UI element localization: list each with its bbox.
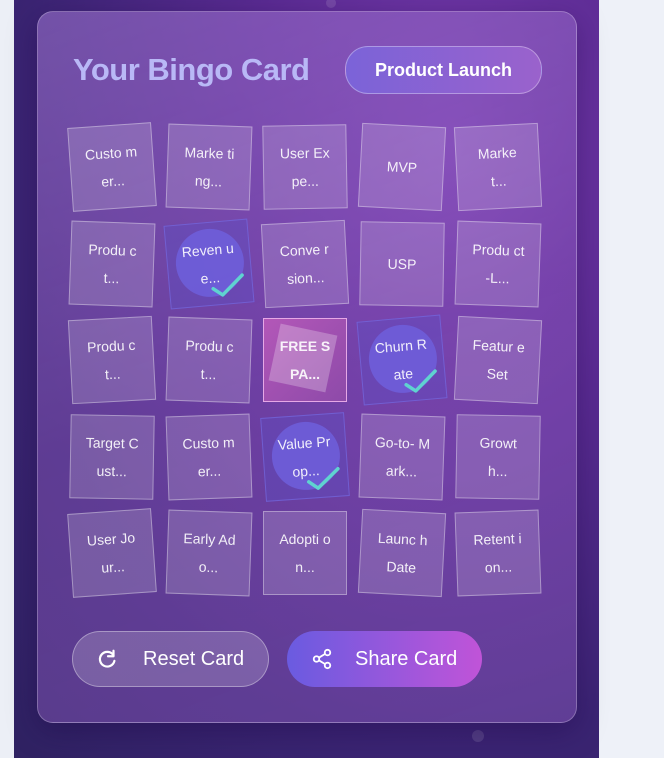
bingo-cell-label: Featur e Set — [472, 336, 526, 383]
background-orb — [326, 0, 336, 8]
bingo-cell-label: Produ ct... — [86, 336, 136, 383]
refresh-icon — [98, 649, 116, 668]
bingo-cell[interactable]: Launc h Date — [357, 508, 446, 598]
share-card-button[interactable]: Share Card — [287, 631, 482, 687]
reset-card-label: Reset Card — [143, 647, 245, 670]
bingo-cell[interactable]: Reven ue... — [162, 217, 255, 310]
bingo-cell[interactable]: Retent ion... — [454, 509, 542, 597]
bingo-cell[interactable]: Produ ct-L... — [454, 220, 542, 307]
free-space-cell[interactable]: FREE SPA... — [263, 318, 347, 402]
bingo-cell[interactable]: Marke t... — [453, 122, 543, 212]
bingo-cell[interactable]: Conve rsion... — [260, 219, 350, 308]
bingo-cell[interactable]: Growt h... — [455, 413, 541, 500]
bingo-cell[interactable]: MVP — [357, 122, 446, 212]
bingo-cell[interactable]: User Jour... — [67, 508, 157, 598]
bingo-cell-label: Produ ct-L... — [472, 240, 525, 286]
bingo-cell-label: Produ ct... — [184, 337, 234, 383]
bingo-cell[interactable]: User Expe... — [262, 124, 348, 210]
bingo-cell-label: MVP — [385, 158, 418, 176]
bingo-cell[interactable]: Early Ado... — [165, 509, 252, 597]
right-gutter — [599, 0, 664, 758]
bingo-cell[interactable]: Value Prop... — [260, 411, 350, 502]
left-gutter — [0, 0, 14, 758]
checkmark-icon — [210, 272, 244, 297]
share-icon — [312, 648, 332, 670]
share-card-label: Share Card — [355, 647, 458, 670]
bingo-cell-label: User Jour... — [86, 529, 136, 576]
bingo-cell-label: Target Cust... — [85, 434, 139, 479]
checkmark-icon — [306, 466, 340, 490]
bingo-cell-label: Produ ct... — [88, 240, 137, 286]
page-title: Your Bingo Card — [73, 52, 310, 87]
bingo-cell-label: Custo mer... — [84, 143, 138, 190]
bingo-cell-label: FREE SPA... — [279, 338, 331, 382]
bingo-cell-label: Adopti on... — [279, 531, 331, 575]
bingo-cell-label: Conve rsion... — [279, 240, 330, 287]
bingo-cell-label: Marke t... — [477, 144, 518, 190]
bingo-cell[interactable]: Go-to- Mark... — [358, 413, 445, 500]
background-orb — [472, 730, 484, 742]
bingo-cell-label: User Expe... — [279, 144, 330, 190]
bingo-cell[interactable]: Produ ct... — [67, 315, 157, 405]
bingo-cell[interactable]: Custo mer... — [67, 122, 157, 212]
bingo-cell-label: Go-to- Mark... — [374, 433, 430, 480]
bingo-cell-label: Growt h... — [479, 434, 518, 479]
bingo-cell[interactable]: Target Cust... — [69, 413, 155, 500]
bingo-cell-label: Marke ting... — [183, 144, 235, 190]
bingo-cell[interactable]: USP — [358, 220, 445, 307]
bingo-cell-label: Retent ion... — [473, 530, 522, 576]
bingo-cell[interactable]: Churn Rate — [355, 314, 448, 406]
checkmark-icon — [403, 369, 437, 393]
bingo-cell-label: Launc h Date — [376, 529, 428, 576]
bingo-cell[interactable]: Adopti on... — [263, 511, 347, 595]
bingo-cell[interactable]: Produ ct... — [165, 316, 252, 404]
bingo-cell[interactable]: Featur e Set — [453, 315, 543, 405]
reset-card-button[interactable]: Reset Card — [72, 631, 269, 687]
bingo-cell[interactable]: Custo mer... — [165, 413, 252, 500]
bingo-cell[interactable]: Marke ting... — [165, 123, 252, 211]
bingo-cell-label: Custo mer... — [181, 433, 235, 479]
bingo-grid: Custo mer... Marke ting... User Expe... MVP… — [67, 122, 544, 600]
bingo-cell-label: Early Ado... — [182, 530, 236, 576]
bingo-cell[interactable]: Produ ct... — [68, 220, 156, 307]
bingo-cell-label: USP — [386, 255, 417, 272]
theme-badge[interactable]: Product Launch — [345, 46, 542, 94]
